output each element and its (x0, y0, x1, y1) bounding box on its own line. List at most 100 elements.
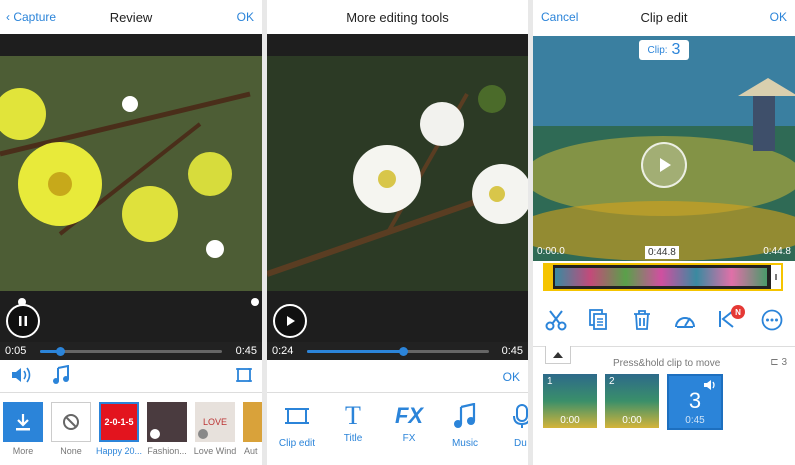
divider-line (533, 346, 795, 347)
clip-count: ⊏ 3 (770, 357, 787, 368)
tool-label: Title (343, 433, 363, 444)
review-header: ‹ Capture Review OK (0, 0, 262, 34)
progress-fill (307, 350, 404, 353)
editing-timeline: 0:24 0:45 (267, 342, 528, 360)
title-icon: T (345, 401, 361, 430)
video-preview[interactable]: Clip: 3 0:00.0 0:44.8 0:44.8 (533, 36, 795, 261)
ok-button[interactable]: OK (503, 370, 520, 384)
tool-dub[interactable]: Du (496, 403, 528, 449)
tool-title[interactable]: T Title (328, 401, 378, 445)
editing-tools-panel: More editing tools 0:24 0:45 OK Clip edi… (267, 0, 528, 465)
theme-label: More (12, 446, 34, 456)
clip-edit-header: Cancel Clip edit OK (533, 0, 795, 34)
split-button[interactable] (545, 309, 567, 336)
scissors-icon (545, 310, 567, 331)
pause-icon (19, 316, 27, 326)
total-time: 0:45 (235, 345, 257, 357)
fx-icon: FX (394, 403, 424, 428)
trim-start-time: 0:00.0 (537, 246, 565, 257)
thumb-text: LOVE (202, 417, 227, 427)
tool-fx[interactable]: FX FX (384, 403, 434, 444)
trim-thumbnails (555, 268, 767, 286)
clip-edit-panel: Cancel Clip edit OK Clip: 3 0:00.0 0:44.… (533, 0, 795, 465)
progress-slider[interactable] (40, 347, 222, 356)
new-badge: N (731, 305, 745, 319)
clip-thumb[interactable]: 1 0:00 (543, 374, 597, 428)
video-preview[interactable] (267, 34, 528, 342)
triangle-up-icon (553, 351, 563, 358)
clip-indicator: Clip: 3 (639, 40, 689, 60)
ok-button[interactable]: OK (770, 10, 787, 24)
clips-icon: ⊏ (770, 357, 779, 368)
video-preview[interactable] (0, 34, 262, 342)
aspect-ratio-icon (236, 368, 252, 382)
clip-index: 2 (609, 376, 615, 387)
theme-label: Aut (244, 446, 258, 456)
tool-label: Music (451, 438, 479, 449)
play-button[interactable] (273, 304, 307, 338)
clip-prefix: Clip: (647, 44, 668, 56)
tool-music[interactable]: Music (440, 402, 490, 449)
theme-love-wind[interactable]: LOVE (195, 402, 235, 442)
music-button[interactable] (52, 364, 70, 390)
editing-header: More editing tools (267, 0, 528, 34)
theme-label: None (60, 446, 82, 456)
duplicate-button[interactable] (587, 309, 609, 336)
volume-button[interactable] (10, 366, 32, 389)
grip-icon: ‖ (774, 272, 778, 282)
none-icon (63, 414, 79, 430)
music-note-icon (454, 402, 476, 428)
tool-label: FX (402, 433, 416, 444)
theme-autumn[interactable] (243, 402, 262, 442)
press-hold-hint: Press&hold clip to move (613, 358, 721, 369)
aspect-ratio-button[interactable] (236, 367, 252, 388)
trim-end-time: 0:44.8 (763, 246, 791, 257)
tool-clip-edit[interactable]: Clip edit (272, 403, 322, 449)
theme-happy-2015[interactable]: 2-0-1-5 (99, 402, 139, 442)
theme-fashion[interactable] (147, 402, 187, 442)
clip-duration: 0:00 (622, 415, 642, 426)
trim-current-time: 0:44.8 (645, 246, 679, 259)
preview-image (267, 56, 528, 291)
dub-icon (513, 404, 528, 428)
back-capture-button[interactable]: ‹ Capture (6, 10, 56, 24)
clip-thumb[interactable]: 2 0:00 (605, 374, 659, 428)
trim-handle-left[interactable] (545, 265, 553, 289)
trim-strip[interactable]: ‖ (543, 263, 783, 291)
progress-slider[interactable] (307, 347, 489, 356)
clip-index: 1 (547, 376, 553, 387)
clip-duration: 0:45 (685, 415, 705, 426)
clip-index: 3 (688, 388, 702, 413)
progress-knob[interactable] (56, 347, 66, 356)
clip-thumb-selected[interactable]: 3 0:45 (667, 374, 723, 430)
trash-icon (634, 310, 650, 330)
editing-title: More editing tools (346, 9, 449, 25)
download-badge-icon (150, 429, 160, 439)
pause-button[interactable] (6, 304, 40, 338)
divider-line (267, 392, 528, 393)
theme-none[interactable] (51, 402, 91, 442)
clip-edit-title: Clip edit (640, 9, 688, 25)
speedometer-icon (675, 317, 695, 328)
total-time: 0:45 (501, 345, 523, 357)
collapse-button[interactable] (545, 346, 571, 364)
review-panel: ‹ Capture Review OK 0:05 0:45 More None … (0, 0, 262, 465)
volume-icon (12, 367, 31, 383)
play-icon (287, 316, 295, 326)
more-options-button[interactable] (761, 309, 783, 336)
more-themes-button[interactable] (3, 402, 43, 442)
progress-knob[interactable] (399, 347, 409, 356)
play-button[interactable] (641, 142, 687, 188)
ok-button[interactable]: OK (237, 10, 254, 24)
crop-icon (285, 408, 309, 424)
rewind-button[interactable]: N (717, 305, 745, 336)
music-note-icon (53, 364, 69, 384)
clip-duration: 0:00 (560, 415, 580, 426)
more-dots-icon (761, 309, 783, 331)
cancel-button[interactable]: Cancel (541, 10, 578, 24)
trim-handle-right[interactable]: ‖ (771, 265, 781, 289)
review-timeline: 0:05 0:45 (0, 342, 262, 360)
speed-button[interactable] (673, 309, 697, 336)
theme-label: Love Wind (193, 446, 237, 456)
delete-button[interactable] (631, 309, 653, 336)
